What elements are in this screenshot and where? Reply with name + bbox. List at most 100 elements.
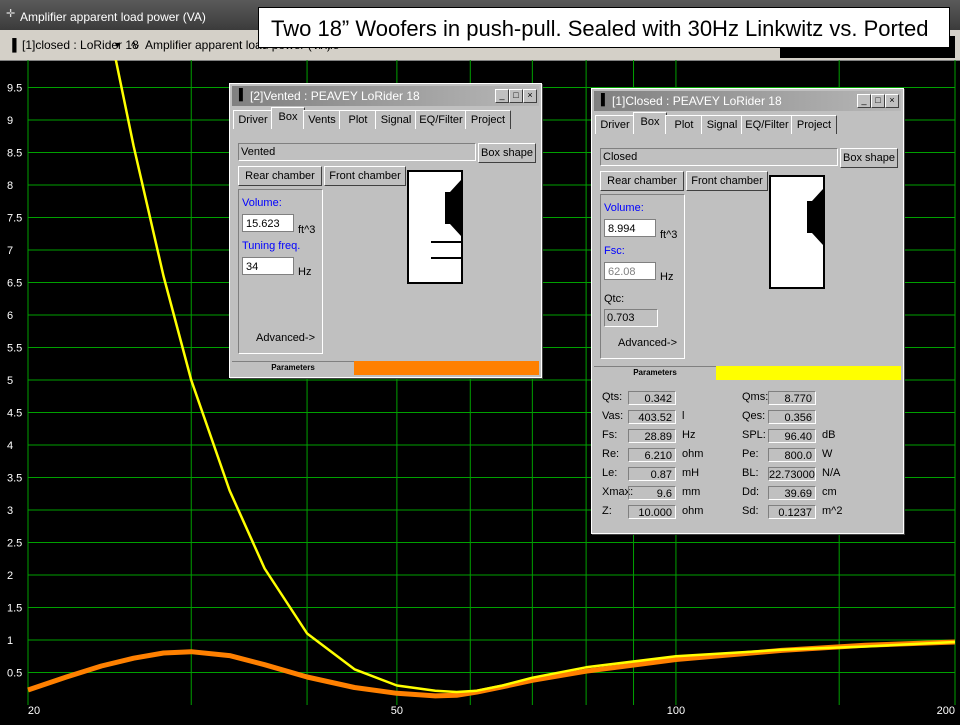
minimize-icon[interactable]: _ — [495, 89, 509, 103]
param-unit: mH — [682, 467, 700, 479]
tab-box[interactable]: Box — [633, 112, 667, 134]
parameters-label: Parameters — [633, 368, 677, 377]
volume-input[interactable]: 15.623 — [242, 214, 294, 232]
param-key: Dd: — [742, 486, 760, 498]
close-icon[interactable]: × — [885, 94, 899, 108]
param-value: 800.0 — [768, 448, 816, 462]
y-tick-label: 0.5 — [7, 668, 22, 680]
vented-box-window[interactable]: ▐ [2]Vented : PEAVEY LoRider 18 _ □ × Dr… — [229, 83, 542, 378]
y-tick-label: 1 — [7, 635, 13, 647]
box-type-field: Closed — [600, 148, 838, 166]
qtc-value: 0.703 — [604, 309, 658, 327]
tab-eq-filter[interactable]: EQ/Filter — [741, 115, 793, 134]
param-unit: ohm — [682, 448, 704, 460]
advanced-button[interactable]: Advanced-> — [618, 337, 677, 349]
tab-signal[interactable]: Signal — [701, 115, 743, 134]
rear-chamber-button[interactable]: Rear chamber — [238, 166, 322, 186]
param-value: 22.73000 — [768, 467, 816, 481]
tab-vents[interactable]: Vents — [303, 110, 341, 129]
param-key: Vas: — [602, 410, 624, 422]
param-key: Qes: — [742, 410, 766, 422]
tab-eq-filter[interactable]: EQ/Filter — [415, 110, 467, 129]
chevron-down-icon[interactable]: ▼ — [113, 36, 122, 54]
qtc-label: Qtc: — [604, 293, 625, 305]
tab-project[interactable]: Project — [791, 115, 837, 134]
param-unit: Hz — [682, 429, 696, 441]
param-value: 28.89 — [628, 429, 676, 443]
box-shape-button[interactable]: Box shape — [840, 148, 898, 168]
box-diagram — [407, 170, 463, 284]
tab-driver[interactable]: Driver — [233, 110, 273, 129]
volume-unit: ft^3 — [298, 224, 316, 236]
param-value: 96.40 — [768, 429, 816, 443]
front-chamber-button[interactable]: Front chamber — [686, 171, 768, 191]
param-unit: mm — [682, 486, 701, 498]
param-value: 8.770 — [768, 391, 816, 405]
y-tick-label: 8 — [7, 180, 13, 192]
tuning-input[interactable]: 34 — [242, 257, 294, 275]
x-tick-label: 200 — [937, 705, 955, 717]
front-chamber-button[interactable]: Front chamber — [324, 166, 406, 186]
param-key: SPL: — [742, 429, 766, 441]
window-icon: ▐ — [235, 89, 243, 101]
param-unit: m^2 — [822, 505, 843, 517]
tab-plot[interactable]: Plot — [665, 115, 703, 134]
y-tick-label: 4.5 — [7, 408, 22, 420]
window-title: [1]Closed : PEAVEY LoRider 18 — [612, 94, 782, 108]
param-key: Qts: — [602, 391, 623, 403]
param-value: 0.1237 — [768, 505, 816, 519]
y-tick-label: 7.5 — [7, 213, 22, 225]
param-value: 0.342 — [628, 391, 676, 405]
param-key: Qms: — [742, 391, 769, 403]
close-icon[interactable]: × — [523, 89, 537, 103]
volume-input[interactable]: 8.994 — [604, 219, 656, 237]
tuning-unit: Hz — [298, 266, 312, 278]
tab-driver[interactable]: Driver — [595, 115, 635, 134]
x-tick-label: 100 — [667, 705, 685, 717]
param-key: Sd: — [742, 505, 759, 517]
param-key: Pe: — [742, 448, 759, 460]
y-tick-label: 6 — [7, 310, 13, 322]
y-tick-label: 4 — [7, 440, 13, 452]
param-value: 9.6 — [628, 486, 676, 500]
y-tick-label: 3 — [7, 505, 13, 517]
maximize-icon[interactable]: □ — [509, 89, 523, 103]
window-caption[interactable]: ▐ [1]Closed : PEAVEY LoRider 18 _ □ × — [594, 91, 901, 111]
parameters-label: Parameters — [271, 363, 315, 372]
box-shape-button[interactable]: Box shape — [478, 143, 536, 163]
tab-signal[interactable]: Signal — [375, 110, 417, 129]
tuning-label: Tuning freq. — [242, 240, 301, 252]
window-title: [2]Vented : PEAVEY LoRider 18 — [250, 89, 420, 103]
minimize-icon[interactable]: _ — [857, 94, 871, 108]
window-caption[interactable]: ▐ [2]Vented : PEAVEY LoRider 18 _ □ × — [232, 86, 539, 106]
param-key: BL: — [742, 467, 759, 479]
maximize-icon[interactable]: □ — [871, 94, 885, 108]
param-value: 6.210 — [628, 448, 676, 462]
wave-icon: ∿ — [130, 38, 141, 52]
closed-box-window[interactable]: ▐ [1]Closed : PEAVEY LoRider 18 _ □ × Dr… — [591, 88, 904, 534]
y-tick-label: 5.5 — [7, 343, 22, 355]
param-key: Le: — [602, 467, 618, 479]
box-diagram — [769, 175, 825, 289]
rear-chamber-button[interactable]: Rear chamber — [600, 171, 684, 191]
param-unit: cm — [822, 486, 837, 498]
status-parameters[interactable]: Parameters — [594, 366, 716, 381]
tab-plot[interactable]: Plot — [339, 110, 377, 129]
app-title: Amplifier apparent load power (VA) — [20, 10, 206, 24]
driver-icon: ▐ — [8, 38, 17, 52]
fsc-unit: Hz — [660, 271, 674, 283]
y-tick-label: 2 — [7, 570, 13, 582]
param-value: 10.000 — [628, 505, 676, 519]
app-icon: ✛ — [6, 8, 16, 20]
y-tick-label: 8.5 — [7, 148, 22, 160]
param-unit: dB — [822, 429, 836, 441]
param-unit: ohm — [682, 505, 704, 517]
tab-project[interactable]: Project — [465, 110, 511, 129]
advanced-button[interactable]: Advanced-> — [256, 332, 315, 344]
y-tick-label: 2.5 — [7, 538, 22, 550]
param-value: 39.69 — [768, 486, 816, 500]
tab-box[interactable]: Box — [271, 107, 305, 129]
window-icon: ▐ — [597, 94, 605, 106]
status-parameters[interactable]: Parameters — [232, 361, 354, 376]
y-tick-label: 1.5 — [7, 603, 22, 615]
